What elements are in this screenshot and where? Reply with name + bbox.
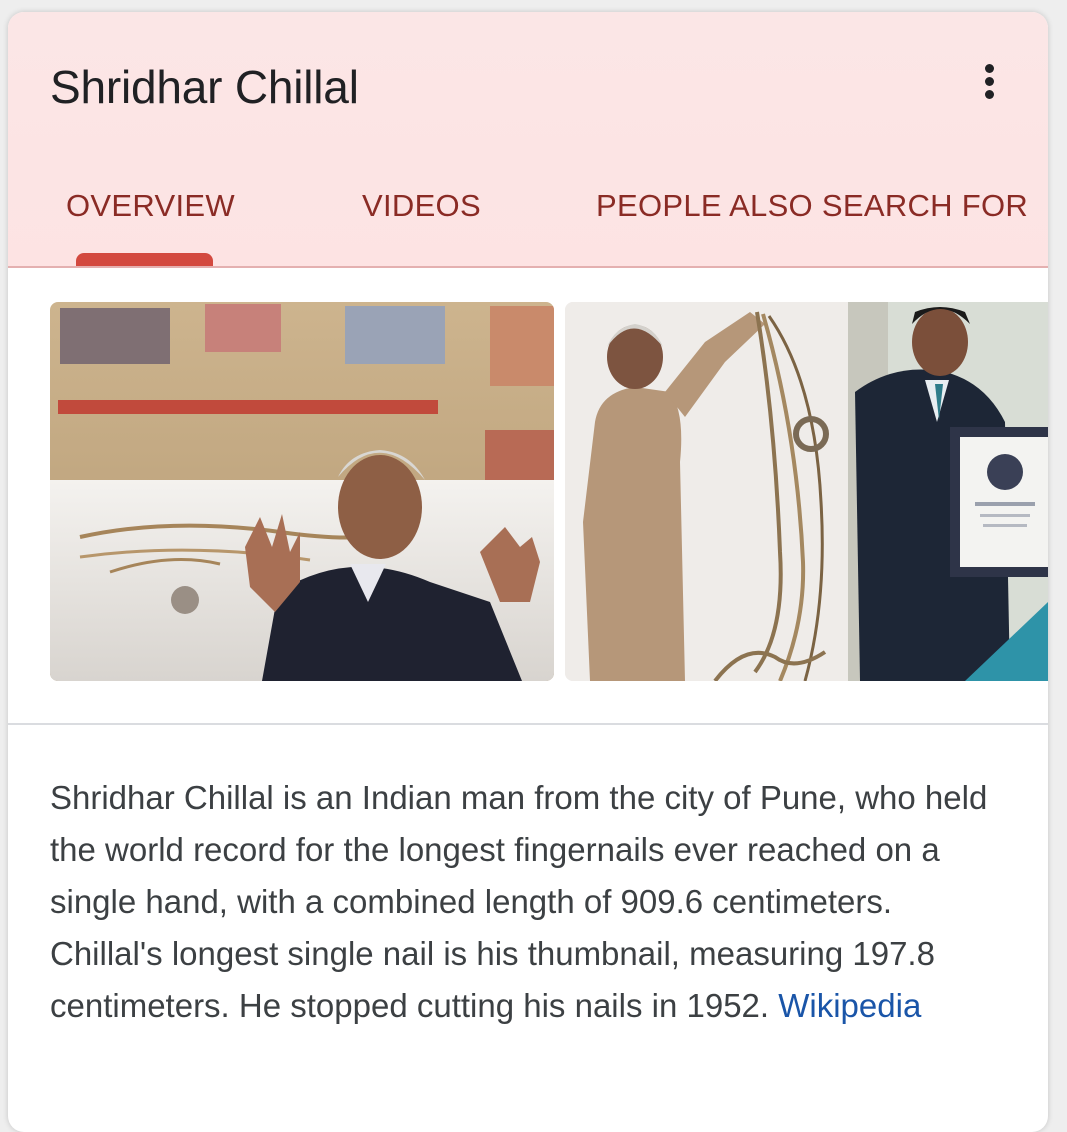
photo-man-with-nails bbox=[50, 302, 554, 681]
menu-dot bbox=[985, 77, 994, 86]
tab-videos[interactable]: VIDEOS bbox=[362, 188, 481, 224]
more-options-icon[interactable] bbox=[974, 58, 1010, 104]
menu-dot bbox=[985, 90, 994, 99]
knowledge-panel: Shridhar Chillal OVERVIEW VIDEOS PEOPLE … bbox=[8, 12, 1048, 1132]
wikipedia-link[interactable]: Wikipedia bbox=[778, 987, 921, 1024]
menu-dot bbox=[985, 64, 994, 73]
description-text: Shridhar Chillal is an Indian man from t… bbox=[50, 772, 1010, 1032]
tab-overview[interactable]: OVERVIEW bbox=[66, 188, 235, 224]
section-divider bbox=[8, 723, 1048, 725]
panel-header: Shridhar Chillal OVERVIEW VIDEOS PEOPLE … bbox=[8, 12, 1048, 268]
photo-man-with-record-certificate bbox=[565, 302, 1048, 681]
selected-tab-indicator bbox=[76, 253, 213, 266]
image-thumbnail[interactable] bbox=[50, 302, 554, 681]
page-title: Shridhar Chillal bbox=[50, 61, 359, 113]
tab-people-also-search-for[interactable]: PEOPLE ALSO SEARCH FOR bbox=[596, 188, 1028, 224]
image-thumbnail[interactable] bbox=[565, 302, 1048, 681]
